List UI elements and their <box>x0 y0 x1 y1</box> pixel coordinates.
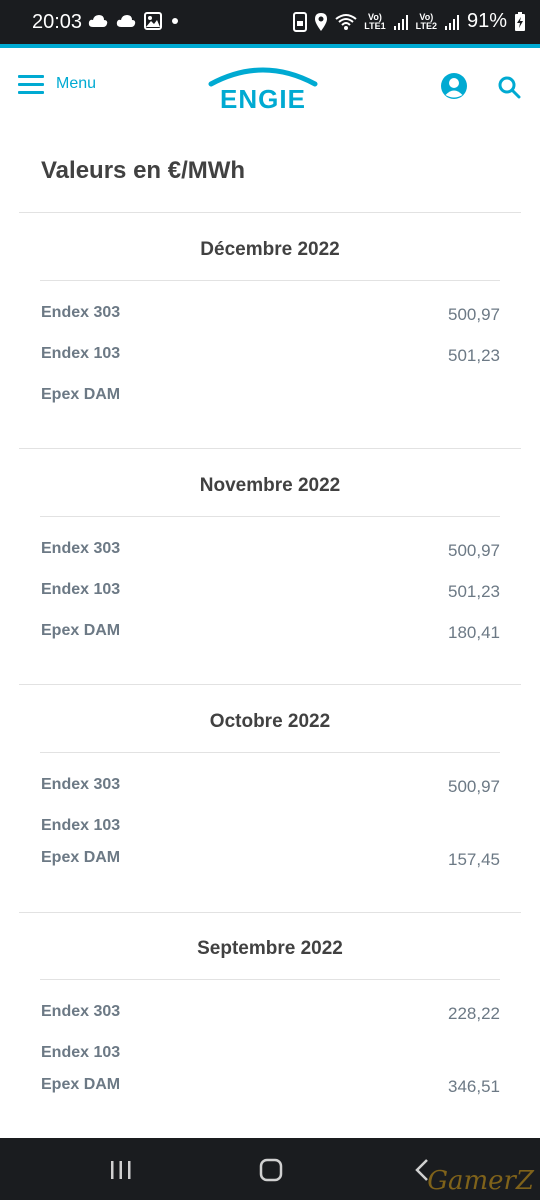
month-title: Octobre 2022 <box>209 711 331 732</box>
row-label-endex-103: Endex 103 <box>41 581 121 598</box>
search-icon <box>498 76 521 99</box>
search-button[interactable] <box>497 75 521 104</box>
section-divider <box>19 912 521 913</box>
row-label-epex-dam: Epex DAM <box>41 849 121 866</box>
row-value-epex-dam: 346,51 <box>448 1077 500 1096</box>
home-icon <box>259 1158 283 1182</box>
row-label-endex-103: Endex 103 <box>41 1044 121 1061</box>
month-underline <box>40 280 500 281</box>
row-label-endex-303: Endex 303 <box>41 776 121 793</box>
status-time: 20:03 <box>32 11 83 33</box>
row-label-endex-103: Endex 103 <box>41 817 121 834</box>
account-button[interactable] <box>440 72 468 105</box>
month-title: Novembre 2022 <box>199 475 341 496</box>
month-title: Septembre 2022 <box>197 938 343 959</box>
month-underline <box>40 752 500 753</box>
cloud-icon <box>116 15 136 27</box>
lte2-indicator: Vo) LTE2 <box>415 12 437 31</box>
row-label-endex-303: Endex 303 <box>41 540 121 557</box>
hamburger-icon <box>18 75 44 94</box>
row-label-endex-303: Endex 303 <box>41 304 121 321</box>
section-divider <box>19 448 521 449</box>
row-label-epex-dam: Epex DAM <box>41 1076 121 1093</box>
row-label-endex-103: Endex 103 <box>41 345 121 362</box>
status-icons-right: Vo) LTE1 Vo) LTE2 91% <box>293 10 526 33</box>
signal-icon <box>393 14 408 30</box>
lte1-label: LTE1 <box>364 20 386 31</box>
section-divider <box>19 212 521 213</box>
svg-text:ENGIE: ENGIE <box>220 84 306 114</box>
location-icon <box>315 12 328 31</box>
row-label-epex-dam: Epex DAM <box>41 386 121 403</box>
signal-icon <box>444 14 459 30</box>
battery-icon <box>515 11 525 31</box>
row-value-endex-303: 228,22 <box>448 1004 500 1023</box>
row-value-epex-dam: 180,41 <box>448 623 500 642</box>
notification-lock-icon <box>293 11 308 32</box>
row-label-endex-303: Endex 303 <box>41 1003 121 1020</box>
row-value-endex-303: 500,97 <box>448 541 500 560</box>
lte2-label: LTE2 <box>415 20 437 31</box>
month-underline <box>40 516 500 517</box>
lte1-indicator: Vo) LTE1 <box>364 12 386 31</box>
home-button[interactable] <box>259 1158 283 1187</box>
section-divider <box>19 684 521 685</box>
status-icons-left <box>88 12 180 30</box>
recents-icon <box>111 1161 131 1179</box>
wifi-icon <box>335 13 357 30</box>
status-bar: 20:03 Vo) LTE1 Vo) LTE2 91% <box>0 0 540 44</box>
system-nav-bar: GamerZ <box>0 1138 540 1200</box>
user-icon <box>441 73 467 99</box>
site-header: Menu ENGIE <box>0 48 540 128</box>
row-value-endex-103: 501,23 <box>448 582 500 601</box>
cloud-icon <box>88 15 108 27</box>
month-title: Décembre 2022 <box>200 239 340 260</box>
row-value-endex-103: 501,23 <box>448 346 500 365</box>
row-value-epex-dam: 157,45 <box>448 850 500 869</box>
recents-button[interactable] <box>110 1160 132 1185</box>
image-icon <box>144 12 162 30</box>
menu-label: Menu <box>56 75 97 92</box>
page-title: Valeurs en €/MWh <box>41 157 246 184</box>
engie-logo[interactable]: ENGIE <box>205 64 321 114</box>
row-value-endex-303: 500,97 <box>448 777 500 796</box>
month-underline <box>40 979 500 980</box>
row-label-epex-dam: Epex DAM <box>41 622 121 639</box>
row-value-endex-303: 500,97 <box>448 305 500 324</box>
dot-icon <box>172 18 178 24</box>
watermark-text: GamerZ <box>427 1166 534 1196</box>
menu-button[interactable]: Menu <box>18 74 96 94</box>
battery-percent: 91% <box>466 10 507 32</box>
